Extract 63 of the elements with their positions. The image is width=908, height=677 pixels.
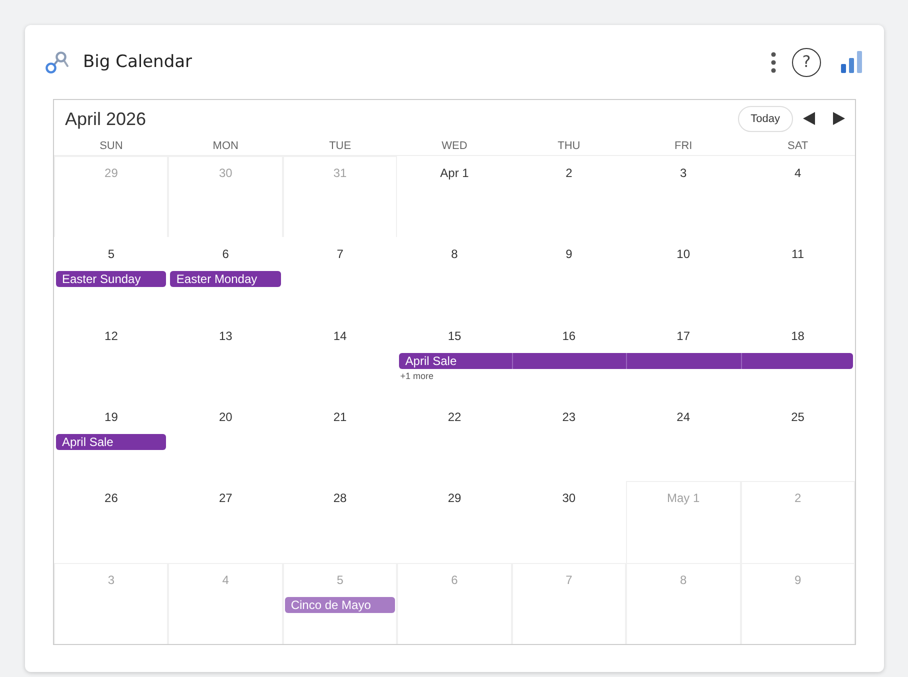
date-number: 4 — [222, 572, 229, 587]
date-number: 15 — [448, 328, 462, 343]
date-number: May 1 — [667, 491, 700, 506]
date-number: 14 — [333, 328, 347, 343]
date-number: 23 — [562, 410, 576, 424]
connected-circles-icon — [45, 50, 69, 74]
date-number: 31 — [333, 166, 347, 180]
date-number: 2 — [794, 491, 802, 506]
date-number: 20 — [218, 410, 232, 424]
date-number: 7 — [336, 247, 344, 262]
app-title: Big Calendar — [83, 51, 192, 73]
more-events-link[interactable]: +1 more — [400, 370, 434, 382]
date-number: 11 — [792, 247, 804, 262]
date-number: 30 — [562, 491, 576, 506]
date-number: 21 — [333, 410, 347, 424]
date-number: 16 — [562, 328, 576, 343]
date-number: Apr 1 — [440, 166, 469, 180]
weekday-label: TUE — [329, 140, 352, 152]
event-bar[interactable]: Easter Sunday — [56, 271, 166, 288]
date-number: 13 — [218, 328, 232, 343]
date-number: 8 — [680, 572, 687, 587]
date-number: 25 — [791, 410, 804, 424]
date-number: 12 — [104, 328, 118, 343]
date-number: 27 — [218, 491, 232, 506]
date-number: 4 — [794, 166, 802, 180]
date-number: 28 — [333, 491, 347, 506]
event-bar[interactable]: April Sale — [399, 352, 853, 369]
weekday-label: MON — [212, 140, 238, 152]
date-number: 30 — [218, 166, 232, 180]
date-number: 26 — [104, 491, 118, 506]
date-number: 9 — [566, 247, 572, 262]
event-bar[interactable]: Easter Monday — [170, 271, 281, 288]
today-button[interactable]: Today — [738, 106, 793, 132]
kebab-menu-icon[interactable] — [771, 52, 776, 72]
date-number: 17 — [676, 328, 690, 343]
date-number: 5 — [336, 572, 344, 587]
weekday-label: THU — [558, 140, 580, 152]
weekday-label: SAT — [787, 140, 808, 152]
date-number: 8 — [451, 247, 458, 262]
date-number: 5 — [108, 247, 115, 262]
weekday-label: FRI — [674, 140, 692, 152]
help-button[interactable]: ? — [792, 48, 821, 76]
date-number: 7 — [566, 572, 572, 587]
date-number: 18 — [791, 328, 804, 343]
date-number: 3 — [680, 166, 687, 180]
bar-chart-icon[interactable] — [841, 51, 862, 73]
date-number: 9 — [794, 572, 802, 587]
date-number: 29 — [448, 491, 462, 506]
event-bar[interactable]: April Sale — [56, 434, 166, 450]
next-arrow-icon[interactable] — [833, 112, 845, 125]
date-number: 24 — [676, 410, 690, 424]
date-number: 3 — [108, 572, 115, 587]
date-number: 6 — [451, 572, 458, 587]
date-number: 22 — [448, 410, 462, 424]
date-number: 29 — [104, 166, 118, 180]
weekday-label: SUN — [100, 140, 123, 152]
date-number: 10 — [676, 247, 690, 262]
weekday-label: WED — [442, 140, 468, 152]
date-number: 6 — [222, 247, 229, 262]
previous-arrow-icon[interactable] — [803, 112, 815, 125]
date-number: 19 — [104, 410, 118, 424]
date-number: 2 — [566, 166, 572, 180]
month-title: April 2026 — [65, 108, 146, 130]
